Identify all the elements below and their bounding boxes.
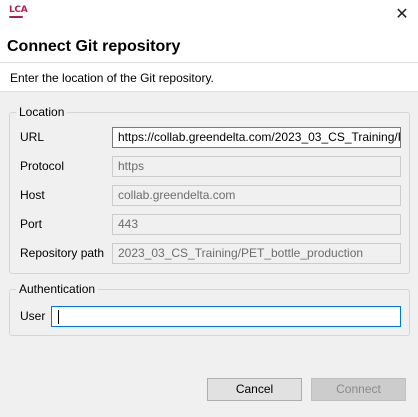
- protocol-label: Protocol: [20, 159, 65, 173]
- repository-path-field: 2023_03_CS_Training/PET_bottle_productio…: [112, 243, 401, 264]
- host-label: Host: [20, 188, 45, 202]
- url-label: URL: [20, 130, 45, 144]
- url-input[interactable]: https://collab.greendelta.com/2023_03_CS…: [112, 127, 401, 148]
- dialog-title: Connect Git repository: [7, 38, 181, 55]
- text-caret: [58, 310, 59, 324]
- port-label: Port: [20, 217, 43, 231]
- close-icon[interactable]: ✕: [392, 4, 412, 24]
- location-group-title: Location: [16, 105, 68, 119]
- user-input[interactable]: [51, 306, 401, 327]
- user-label: User: [20, 309, 46, 323]
- host-field: collab.greendelta.com: [112, 185, 401, 206]
- connect-button[interactable]: Connect: [311, 378, 406, 401]
- app-logo-icon: LCA: [9, 5, 28, 18]
- app-logo-text: LCA: [9, 5, 28, 15]
- protocol-field: https: [112, 156, 401, 177]
- dialog-description: Enter the location of the Git repository…: [10, 71, 214, 85]
- cancel-button[interactable]: Cancel: [207, 378, 302, 401]
- title-bar: LCA ✕: [0, 0, 418, 28]
- repository-path-label: Repository path: [20, 246, 105, 260]
- authentication-group-title: Authentication: [16, 282, 99, 296]
- description-area: Enter the location of the Git repository…: [0, 63, 418, 91]
- port-field: 443: [112, 214, 401, 235]
